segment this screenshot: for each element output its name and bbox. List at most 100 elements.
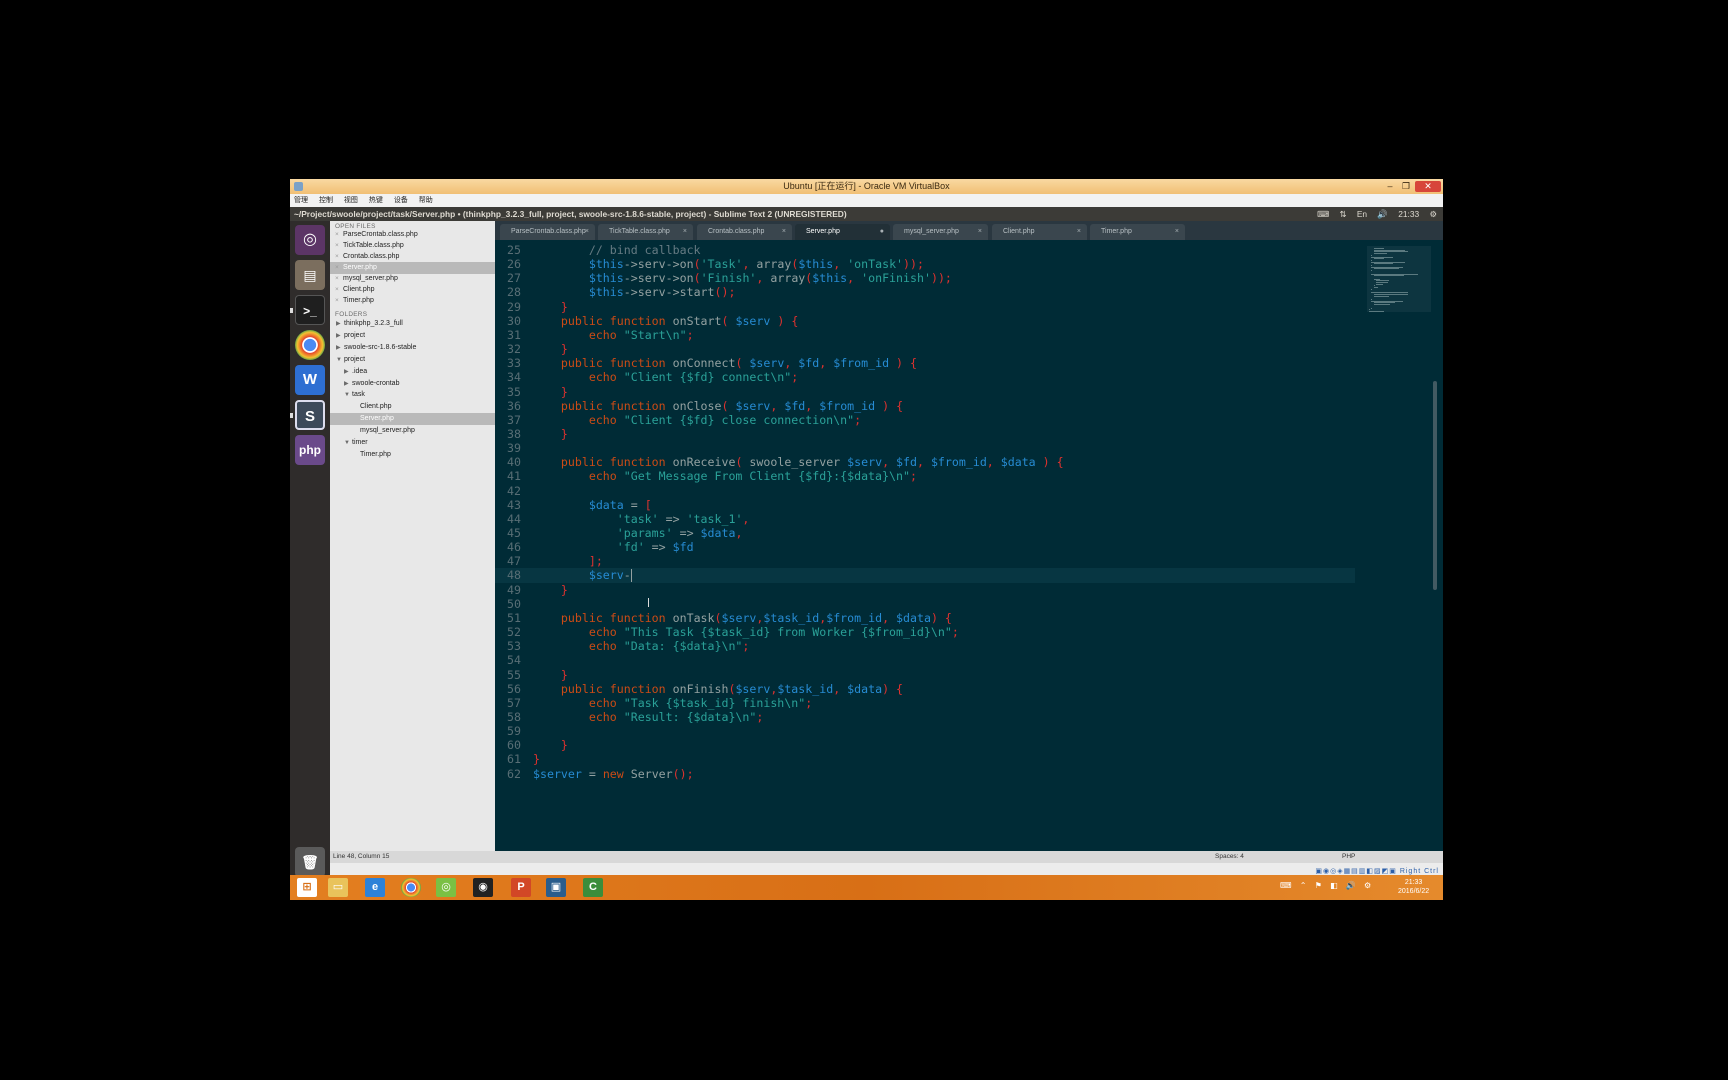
phpstorm-icon[interactable]: php [295,435,325,465]
chevron-right-icon[interactable]: ▶ [344,366,349,378]
folder-tree-item[interactable]: Server.php [330,413,495,426]
chevron-right-icon[interactable]: ▶ [344,378,349,390]
code-line[interactable]: 55 } [495,668,1355,683]
minimap[interactable] [1367,246,1431,312]
indentation-setting[interactable]: Spaces: 4 [1215,853,1244,860]
code-line[interactable]: 34 echo "Client {$fd} connect\n"; [495,370,1355,385]
code-line[interactable]: 48 $serv- [495,568,1355,584]
code-line[interactable]: 51 public function onTask($serv,$task_id… [495,611,1355,626]
chevron-right-icon[interactable]: ▶ [336,318,341,330]
system-tray-icons[interactable]: ⌨ ⌃ ⚑ ◧ 🔊 ⚙ [1280,881,1374,890]
internet-explorer-icon[interactable]: e [365,878,385,897]
close-icon[interactable]: × [683,224,687,240]
qq-icon[interactable]: ◉ [473,878,493,897]
code-line[interactable]: 41 echo "Get Message From Client {$fd}:{… [495,469,1355,484]
sublime-text-icon[interactable]: S [295,400,325,430]
code-line[interactable]: 53 echo "Data: {$data}\n"; [495,639,1355,654]
chrome-icon[interactable] [295,330,325,360]
code-line[interactable]: 45 'params' => $data, [495,526,1355,541]
vertical-scrollbar[interactable] [1433,381,1437,590]
open-file-item[interactable]: × Timer.php [330,295,495,307]
code-line[interactable]: 44 'task' => 'task_1', [495,512,1355,527]
tab-client-php[interactable]: Client.php × [992,224,1087,240]
menu-view[interactable]: 视图 [344,197,358,204]
menu-devices[interactable]: 设备 [394,197,408,204]
code-line[interactable]: 27 $this->serv->on('Finish', array($this… [495,271,1355,286]
chevron-down-icon[interactable]: ▼ [336,354,342,366]
unsaved-dot-icon[interactable]: ● [880,224,884,240]
settings-gear-icon[interactable]: ⚙ [1429,209,1437,219]
camtasia-icon[interactable]: C [583,878,603,897]
folder-tree-item[interactable]: mysql_server.php [330,425,495,437]
chevron-right-icon[interactable]: ▶ [336,342,341,354]
minimize-button[interactable]: – [1383,181,1397,192]
clock[interactable]: 21:33 [1398,209,1419,219]
close-icon[interactable]: × [585,224,589,240]
folder-tree-item[interactable]: ▶ swoole-crontab [330,378,495,390]
network-icon[interactable]: ⇅ [1339,209,1346,219]
tab-parsecrontab-class-php[interactable]: ParseCrontab.class.php × [500,224,595,240]
tab-ticktable-class-php[interactable]: TickTable.class.php × [598,224,693,240]
menu-manage[interactable]: 管理 [294,197,308,204]
folder-tree-item[interactable]: Timer.php [330,449,495,461]
close-icon[interactable]: × [1077,224,1081,240]
file-explorer-icon[interactable]: ▭ [328,878,348,897]
input-language[interactable]: En [1357,209,1367,219]
menu-help[interactable]: 帮助 [419,197,433,204]
powerpoint-icon[interactable]: P [511,878,531,897]
volume-icon[interactable]: 🔊 [1377,209,1387,219]
chevron-right-icon[interactable]: ▶ [336,330,341,342]
code-line[interactable]: 26 $this->serv->on('Task', array($this, … [495,257,1355,272]
tab-crontab-class-php[interactable]: Crontab.class.php × [697,224,792,240]
tab-timer-php[interactable]: Timer.php × [1090,224,1185,240]
close-icon[interactable]: × [782,224,786,240]
terminal-icon[interactable]: >_ [295,295,325,325]
code-line[interactable]: 38 } [495,427,1355,442]
code-line[interactable]: 25 // bind callback [495,243,1355,258]
tab-server-php[interactable]: Server.php ● [795,224,890,240]
chrome-icon[interactable] [401,878,421,897]
virtualbox-icon[interactable]: ▣ [546,878,566,897]
code-line[interactable]: 29 } [495,300,1355,315]
menu-control[interactable]: 控制 [319,197,333,204]
code-line[interactable]: 49 } [495,583,1355,598]
folder-tree-item[interactable]: ▼ project [330,354,495,366]
folder-tree-item[interactable]: ▶ swoole-src-1.8.6-stable [330,342,495,354]
code-line[interactable]: 28 $this->serv->start(); [495,285,1355,300]
menu-hotkey[interactable]: 热键 [369,197,383,204]
code-line[interactable]: 59 [495,724,1355,739]
windows-start-icon[interactable]: ⊞ [297,878,317,897]
close-icon[interactable]: × [1175,224,1179,240]
code-line[interactable]: 36 public function onClose( $serv, $fd, … [495,399,1355,414]
close-button[interactable]: ✕ [1415,181,1441,192]
code-line[interactable]: 60 } [495,738,1355,753]
code-line[interactable]: 54 [495,653,1355,668]
code-line[interactable]: 46 'fd' => $fd [495,540,1355,555]
tab-mysql-server-php[interactable]: mysql_server.php × [893,224,988,240]
keyboard-icon[interactable]: ⌨ [1317,209,1329,219]
code-line[interactable]: 62 $server = new Server(); [495,767,1355,782]
code-line[interactable]: 47 ]; [495,554,1355,569]
maximize-button[interactable]: ❐ [1399,181,1413,192]
folder-tree-item[interactable]: ▼ task [330,389,495,401]
code-line[interactable]: 50 [495,597,1355,612]
taskbar-clock[interactable]: 21:33 2016/6/22 [1398,878,1429,896]
code-line[interactable]: 56 public function onFinish($serv,$task_… [495,682,1355,697]
files-icon[interactable]: ▤ [295,260,325,290]
folder-tree-item[interactable]: Client.php [330,401,495,413]
code-line[interactable]: 39 [495,441,1355,456]
chevron-down-icon[interactable]: ▼ [344,437,350,449]
trash-icon[interactable]: 🗑 [295,847,325,877]
code-line[interactable]: 37 echo "Client {$fd} close connection\n… [495,413,1355,428]
code-line[interactable]: 61} [495,752,1355,767]
close-icon[interactable]: × [978,224,982,240]
code-line[interactable]: 52 echo "This Task {$task_id} from Worke… [495,625,1355,640]
folder-tree-item[interactable]: ▼ timer [330,437,495,449]
folder-tree-item[interactable]: ▶ .idea [330,366,495,378]
chevron-down-icon[interactable]: ▼ [344,389,350,401]
code-line[interactable]: 40 public function onReceive( swoole_ser… [495,455,1355,470]
code-line[interactable]: 42 [495,484,1355,499]
folder-tree-item[interactable]: ▶ project [330,330,495,342]
virtualbox-device-icons[interactable]: ▣◉◎◈▦▤▥◧▨◩▣ Right Ctrl [1315,867,1439,875]
close-icon[interactable]: × [335,295,339,307]
